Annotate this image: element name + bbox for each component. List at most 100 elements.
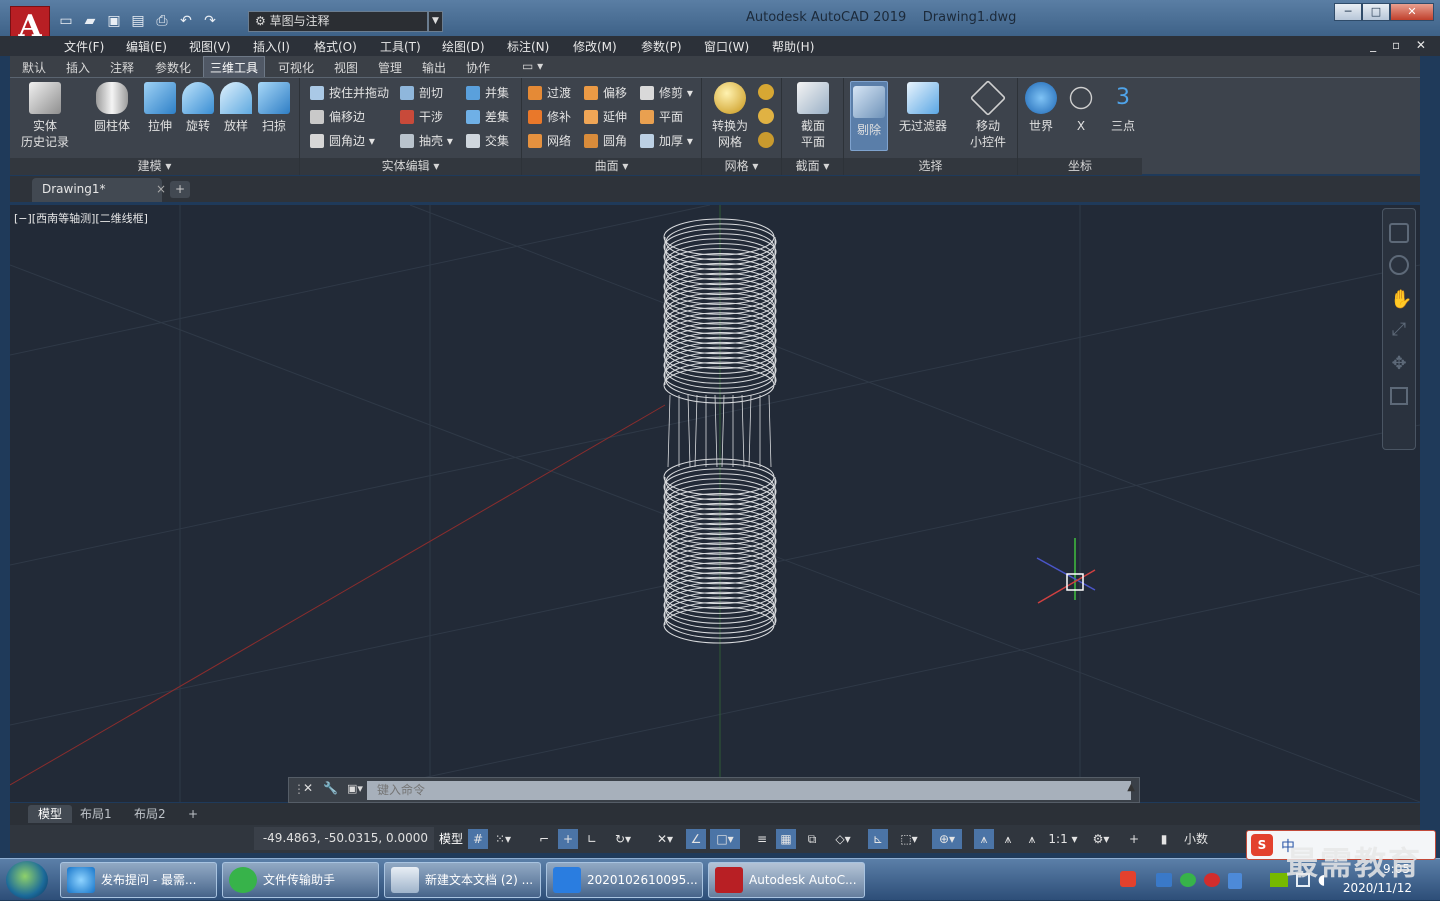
solid-history-button[interactable]: 实体 历史记录 [18,82,72,150]
3d-object-snap-icon[interactable]: ◇▾ [828,829,858,849]
ortho-icon[interactable]: ∟ [582,829,602,849]
move-gizmo-button[interactable]: 移动 小控件 [962,79,1014,150]
selection-cycling-icon[interactable]: ⧉ [802,829,822,849]
snap-icon[interactable]: ⁙▾ [492,829,514,849]
chevron-down-icon[interactable]: ▼ [428,11,443,32]
command-history-icon[interactable]: ▣▾ [347,782,363,795]
interfere-button[interactable]: 干涉 [400,107,443,127]
menu-window[interactable]: 窗口(W) [704,38,749,55]
panel-title-modeling[interactable]: 建模 ▾ [10,158,299,175]
pan-hand-icon[interactable]: ✋ [1390,289,1412,310]
close-icon[interactable]: ✕ [303,781,313,795]
annotation-visibility-icon[interactable]: ⩚ [974,829,994,849]
taskbar-item-wechat[interactable]: 文件传输助手 [222,862,379,898]
menu-file[interactable]: 文件(F) [64,38,104,55]
annotation-monitor-icon[interactable]: + [1124,829,1144,849]
showmotion-icon[interactable] [1390,387,1408,405]
shell-button[interactable]: 抽壳 ▾ [400,131,453,151]
redo-icon[interactable]: ↷ [200,12,220,30]
sweep-button[interactable]: 扫掠 [254,82,294,134]
section-plane-button[interactable]: 截面 平面 [790,82,836,150]
wechat-tray-icon[interactable] [1180,873,1196,887]
infer-icon[interactable]: ⌐ [534,829,554,849]
tab-layout1[interactable]: 布局1 [70,805,122,823]
tab-default[interactable]: 默认 [22,59,46,76]
annotation-scale-select[interactable]: 1:1 ▾ [1046,829,1080,849]
lineweight-icon[interactable]: ≡ [752,829,772,849]
workspace-gear-icon[interactable]: ⚙▾ [1086,829,1116,849]
viewport-controls-label[interactable]: [−][西南等轴测][二维线框] [14,210,148,226]
menu-draw[interactable]: 绘图(D) [442,38,485,55]
isodraft-icon[interactable]: ✕▾ [650,829,680,849]
union-button[interactable]: 并集 [466,83,509,103]
panel-title-surface[interactable]: 曲面 ▾ [522,158,701,175]
extend-button[interactable]: 延伸 [584,107,627,127]
culling-button[interactable]: 剔除 [850,81,888,151]
dynamic-ucs-icon[interactable]: ⊾ [868,829,888,849]
taskbar-item-video[interactable]: 2020102610095... [546,862,703,898]
menu-help[interactable]: 帮助(H) [772,38,814,55]
surface-fillet-button[interactable]: 圆角 [584,131,627,151]
tab-visualize[interactable]: 可视化 [278,59,314,76]
selection-filter-icon[interactable]: ⬚▾ [894,829,924,849]
offset-edge-button[interactable]: 偏移边 [310,107,365,127]
x-ucs-button[interactable]: X [1064,82,1098,134]
cylinder-button[interactable]: 圆柱体 [90,82,134,134]
ribbon-toggle-icon[interactable]: ▭ ▾ [522,59,543,73]
file-tab-drawing1[interactable]: Drawing1* × [32,178,166,202]
document-window-controls[interactable]: _ ▫ ✕ [1370,38,1432,52]
panel-title-section[interactable]: 截面 ▾ [782,158,843,175]
drawing-canvas[interactable] [10,205,1420,802]
taskbar-item-autocad[interactable]: Autodesk AutoC... [708,862,865,898]
no-filter-button[interactable]: 无过滤器 [894,82,952,134]
surface-offset-button[interactable]: 偏移 [584,83,627,103]
convert-to-mesh-button[interactable]: 转换为 网格 [708,82,752,150]
undo-icon[interactable]: ↶ [176,12,196,30]
taskbar-item-ie[interactable]: 发布提问 - 最需... [60,862,217,898]
menu-edit[interactable]: 编辑(E) [126,38,167,55]
mesh-smooth-icon[interactable] [758,84,774,100]
workspace-select[interactable]: ⚙ 草图与注释 [248,11,428,32]
units-icon[interactable]: ▮ [1154,829,1174,849]
command-input[interactable] [367,781,1131,800]
panel-title-selection[interactable]: 选择 [844,158,1017,175]
shield-icon[interactable] [1228,873,1242,889]
subtract-button[interactable]: 差集 [466,107,509,127]
object-snap-tracking-icon[interactable]: ∠ [686,829,706,849]
menu-view[interactable]: 视图(V) [189,38,231,55]
orbit-icon[interactable] [1389,255,1409,275]
sogou-tray-icon[interactable] [1120,871,1136,887]
network-button[interactable]: 网络 [528,131,571,151]
transparency-icon[interactable]: ▦ [776,829,796,849]
fillet-edge-button[interactable]: 圆角边 ▾ [310,131,375,151]
tab-parametric[interactable]: 参数化 [155,59,191,76]
annotation-scale-icon[interactable]: ⩚ [1022,829,1042,849]
coordinate-readout[interactable]: -49.4863, -50.0315, 0.0000 [254,827,434,850]
menu-tools[interactable]: 工具(T) [380,38,421,55]
network-icon[interactable] [1156,873,1172,887]
menu-parametric[interactable]: 参数(P) [641,38,682,55]
tab-layout2[interactable]: 布局2 [124,805,176,823]
open-icon[interactable]: ▰ [80,12,100,30]
extrude-button[interactable]: 拉伸 [140,82,180,134]
trim-button[interactable]: 修剪 ▾ [640,83,693,103]
planar-button[interactable]: 平面 [640,107,683,127]
minimize-button[interactable]: ─ [1334,3,1362,21]
loft-button[interactable]: 放样 [216,82,256,134]
presspull-button[interactable]: 按住并拖动 [310,83,389,103]
close-icon[interactable]: × [156,178,166,200]
panel-title-solid-edit[interactable]: 实体编辑 ▾ [300,158,521,175]
zoom-extents-icon[interactable]: ⤢ [1390,319,1408,340]
new-tab-button[interactable]: + [170,181,190,198]
grid-icon[interactable]: # [468,829,488,849]
dynamic-input-icon[interactable]: + [558,829,578,849]
saveas-icon[interactable]: ▤ [128,12,148,30]
plot-icon[interactable]: ⎙ [152,12,172,30]
mesh-crease-icon[interactable] [758,132,774,148]
tab-insert[interactable]: 插入 [66,59,90,76]
world-ucs-button[interactable]: 世界 [1022,82,1060,134]
menu-dimension[interactable]: 标注(N) [507,38,549,55]
object-snap-icon[interactable]: □▾ [710,829,740,849]
menu-insert[interactable]: 插入(I) [253,38,290,55]
model-space-button[interactable]: 模型 [438,829,464,849]
